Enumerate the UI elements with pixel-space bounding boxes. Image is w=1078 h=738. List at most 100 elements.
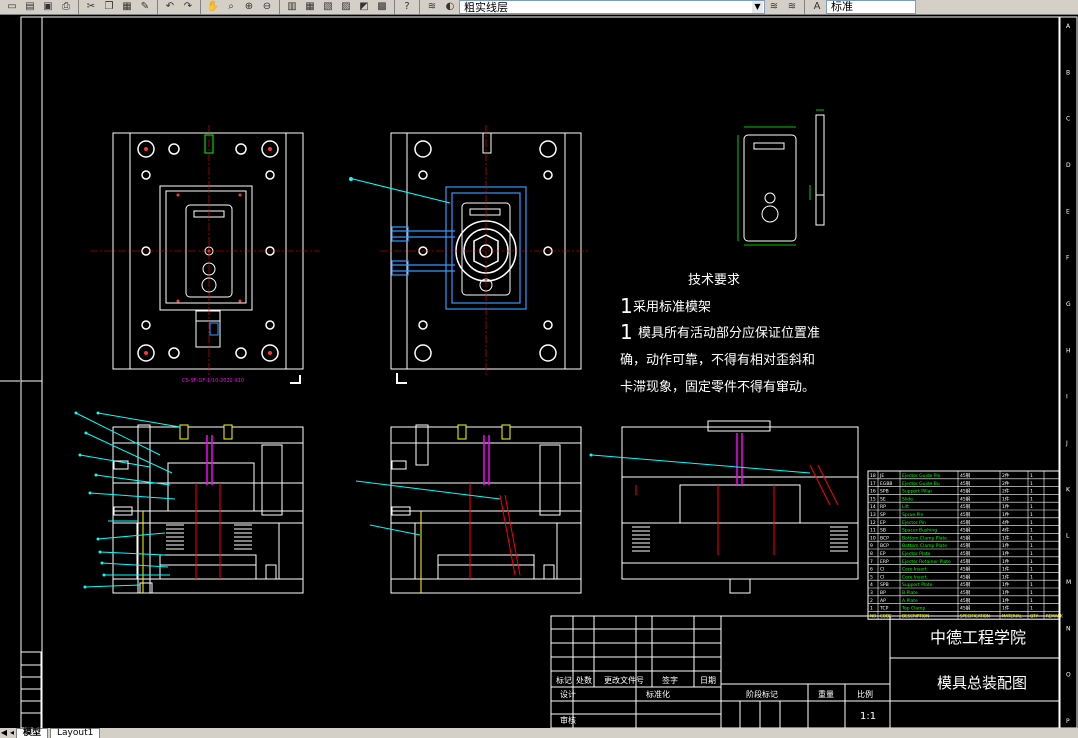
parts-table-cell: 6 [870, 567, 873, 573]
cad-toolbar: ▭ ▤ ▣ ⎙ ✂ ❐ ▦ ✎ ↶ ↷ ✋ ⌕ ⊕ ⊖ ▥ ▦ ▧ ▨ ◩ ▩ … [0, 0, 1078, 15]
parts-table-cell: 45钢 [960, 534, 971, 541]
parts-table-cell: 45钢 [960, 550, 971, 557]
design-center-icon[interactable]: ▦ [302, 1, 318, 13]
properties-icon[interactable]: ▥ [284, 1, 300, 13]
layer-state-icon[interactable]: ◐ [442, 1, 458, 13]
parts-table-cell: Support Pillar [902, 489, 932, 495]
pan-icon[interactable]: ✋ [205, 1, 221, 13]
parts-table-cell: TCP [879, 606, 889, 612]
border-zone-letter: B [1066, 69, 1070, 76]
tech-title: 技术要求 [688, 273, 740, 288]
parts-table-cell: SPB [880, 582, 889, 588]
tb-review: 审核 [560, 715, 576, 725]
cut-icon[interactable]: ✂ [83, 1, 99, 13]
tab-model[interactable]: 模型 [16, 728, 49, 738]
parts-table-cell: 1件 [1002, 511, 1010, 518]
text-style-dropdown[interactable]: 标准 [826, 0, 916, 14]
tab-layout1[interactable]: Layout1 [50, 728, 101, 738]
parts-table-cell: 4件 [1002, 527, 1010, 534]
tb-design: 设计 [560, 689, 576, 699]
layer-manager-icon[interactable]: ≋ [424, 1, 440, 13]
parts-table-cell: 13 [870, 512, 876, 518]
help-icon[interactable]: ? [399, 1, 415, 13]
tb-stage: 阶段标记 [746, 689, 778, 699]
copy-icon[interactable]: ❐ [101, 1, 117, 13]
sheet-set-icon[interactable]: ▨ [338, 1, 354, 13]
parts-table-cell: 8 [870, 551, 873, 557]
parts-table-cell: Ejector Retainer Plate [902, 559, 951, 565]
parts-table-cell: Bottom Clamp Plate [902, 535, 947, 541]
parts-table-cell: 14 [870, 504, 876, 510]
layer-dropdown[interactable]: 粗实线层 ▼ [459, 0, 765, 14]
tech-line2-num: 1 [620, 320, 633, 344]
redo-icon[interactable]: ↷ [180, 1, 196, 13]
parts-table-cell: EP [880, 520, 886, 526]
parts-table-cell: Core Insert [902, 567, 927, 573]
parts-table-cell: 45钢 [960, 581, 971, 588]
tb-docno: 更改文件号 [604, 675, 644, 685]
parts-table-cell: 1 [1030, 512, 1033, 518]
drawing-title: 模具总装配图 [937, 674, 1027, 692]
markup-icon[interactable]: ◩ [356, 1, 372, 13]
parts-table-cell: Ejector Plate [902, 551, 931, 557]
tech-line2: 模具所有活动部分应保证位置准 [638, 325, 820, 341]
undo-icon[interactable]: ↶ [162, 1, 178, 13]
parts-table-cell: 1件 [1002, 503, 1010, 510]
parts-table-cell: 1 [870, 606, 873, 612]
parts-table-cell: 1 [1030, 504, 1033, 510]
standard-toolbar: ▭ ▤ ▣ ⎙ [0, 0, 79, 14]
parts-table-cell: Lift [902, 504, 909, 510]
border-zone-letter: D [1066, 162, 1071, 169]
tb-count: 处数 [576, 675, 592, 685]
new-icon[interactable]: ▭ [4, 1, 20, 13]
layer-previous-icon[interactable]: ≋ [766, 1, 782, 13]
tool-palette-icon[interactable]: ▧ [320, 1, 336, 13]
parts-table-cell: 12 [870, 520, 876, 526]
parts-table-cell: 2件 [1002, 472, 1010, 479]
parts-table-cell: Ejector Guide Pin [902, 473, 941, 479]
parts-table-cell: 45钢 [960, 519, 971, 526]
parts-table-cell: ERP [880, 559, 889, 565]
calc-icon[interactable]: ▩ [374, 1, 390, 13]
parts-table-cell: 4件 [1002, 519, 1010, 526]
parts-table-cell: SP [880, 512, 886, 518]
zoom-window-icon[interactable]: ⊕ [241, 1, 257, 13]
parts-table-cell: Bottom Clamp Plate [902, 543, 947, 549]
part-detail-view [737, 109, 825, 246]
save-icon[interactable]: ▣ [40, 1, 56, 13]
parts-table-cell: 1件 [1002, 573, 1010, 580]
drawing-canvas[interactable]: ABCDEFGHIJKLMNOP CS-SF-GF-1/10-2022-X10 … [0, 15, 1078, 728]
tab-first-icon[interactable]: ◀ [0, 728, 8, 738]
tab-prev-icon[interactable]: ◂ [8, 728, 16, 738]
tech-line1-num: 1 [620, 294, 633, 318]
chevron-down-icon[interactable]: ▼ [752, 1, 763, 13]
open-icon[interactable]: ▤ [22, 1, 38, 13]
edit-toolbar: ✂ ❐ ▦ ✎ [79, 0, 158, 14]
text-style-icon[interactable]: A [809, 1, 825, 13]
parts-table-cell: 1 [1030, 606, 1033, 612]
parts-table-cell: 45钢 [960, 488, 971, 495]
parts-table-cell: Top Clamp [901, 606, 926, 612]
print-icon[interactable]: ⎙ [58, 1, 74, 13]
parts-table-cell: 45钢 [960, 511, 971, 518]
parts-table-cell: 2件 [1002, 488, 1010, 495]
paste-icon[interactable]: ▦ [119, 1, 135, 13]
tech-line4: 卡滞现象，固定零件不得有窜动。 [620, 379, 815, 395]
parts-table-cell: 1 [1030, 582, 1033, 588]
zoom-realtime-icon[interactable]: ⌕ [223, 1, 239, 13]
parts-table-cell: 1 [1030, 567, 1033, 573]
plan-view-moving-half [349, 125, 590, 384]
parts-table-cell: Ejector Pin [902, 520, 926, 526]
parts-table-cell: 2 [870, 598, 873, 604]
parts-table-cell: 1 [1030, 481, 1033, 487]
parts-table-cell: 18 [870, 473, 876, 479]
layer-current-icon[interactable]: ≋ [784, 1, 800, 13]
parts-table-cell: BCP [880, 543, 889, 549]
parts-table-cell: 45钢 [960, 589, 971, 596]
parts-table-cell: 1件 [1002, 605, 1010, 612]
match-prop-icon[interactable]: ✎ [137, 1, 153, 13]
zoom-previous-icon[interactable]: ⊖ [259, 1, 275, 13]
parts-table-cell: SB [880, 528, 886, 534]
school-name: 中德工程学院 [930, 628, 1026, 647]
tb-scale: 1:1 [860, 711, 876, 722]
